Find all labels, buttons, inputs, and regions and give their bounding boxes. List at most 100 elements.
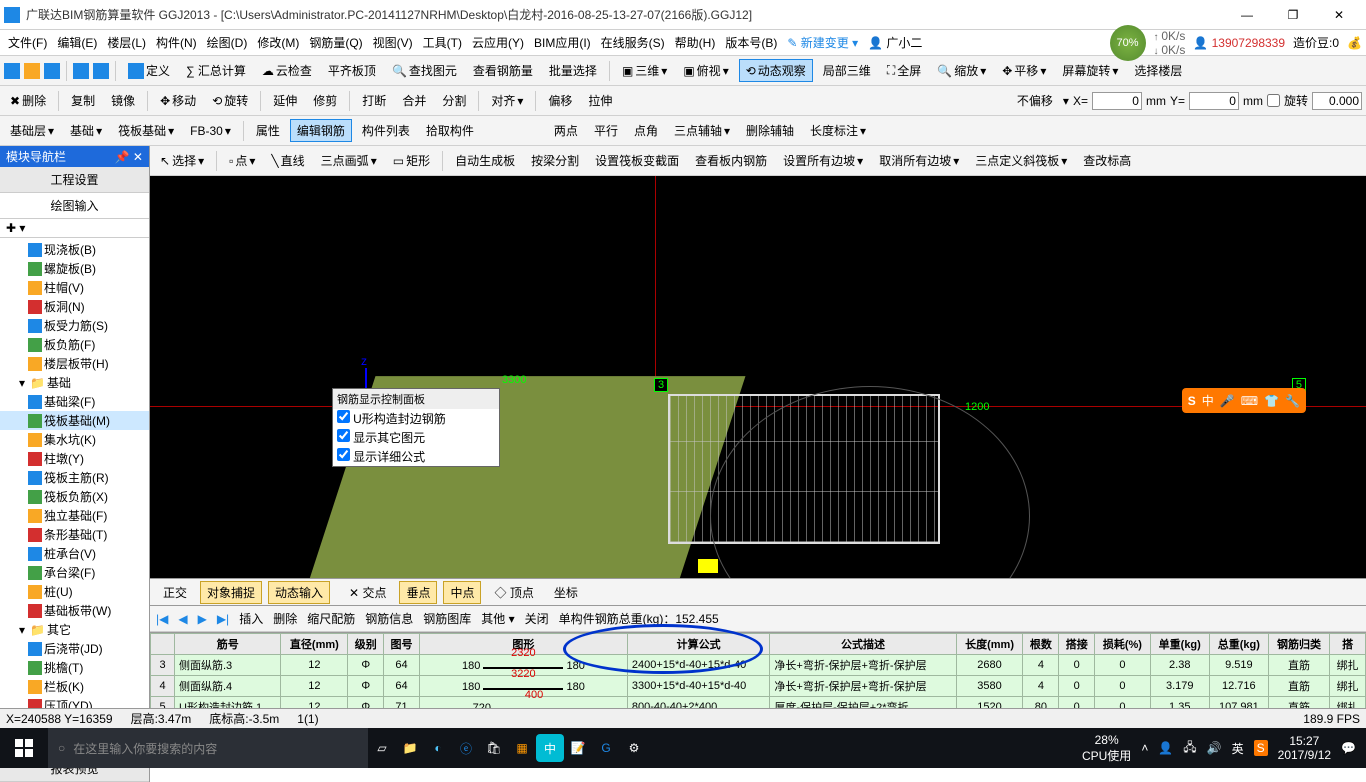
tray-clock[interactable]: 15:272017/9/12 (1278, 734, 1331, 762)
copy-button[interactable]: 复制 (65, 90, 101, 111)
wrench-icon[interactable]: 🔧 (1285, 394, 1300, 408)
sum-calc-button[interactable]: ∑ 汇总计算 (180, 60, 252, 81)
tree-other[interactable]: ▾📁 其它 (0, 620, 149, 639)
last-icon[interactable]: ▶| (217, 612, 229, 626)
tree-item[interactable]: 条形基础(T) (0, 525, 149, 544)
zoom-button[interactable]: 🔍 缩放 ▾ (931, 60, 992, 81)
3d-button[interactable]: ▣ 三维 ▾ (616, 60, 673, 81)
expand-icon[interactable]: ✚ ▾ (6, 221, 25, 235)
menu-modify[interactable]: 修改(M) (253, 32, 303, 53)
fullscreen-button[interactable]: ⛶ 全屏 (881, 60, 927, 81)
tray-vol-icon[interactable]: 🔊 (1207, 741, 1222, 755)
perp-toggle[interactable]: 垂点 (399, 581, 437, 604)
coin-label[interactable]: 造价豆:0 (1293, 34, 1339, 51)
tree-item[interactable]: 集水坑(K) (0, 430, 149, 449)
col-header[interactable]: 级别 (348, 634, 384, 655)
view-slab-rebar-button[interactable]: 查看板内钢筋 (689, 150, 773, 171)
menu-bim[interactable]: BIM应用(I) (530, 32, 595, 53)
tree-item[interactable]: 承台梁(F) (0, 563, 149, 582)
layer3-combo[interactable]: 筏板基础 ▾ (112, 120, 180, 141)
tree-item[interactable]: 柱墩(Y) (0, 449, 149, 468)
store-icon[interactable]: 🛍 (480, 734, 508, 762)
point-angle-button[interactable]: 点角 (628, 120, 664, 141)
menu-online[interactable]: 在线服务(S) (597, 32, 669, 53)
rotate-button[interactable]: ⟲ 旋转 (206, 90, 254, 111)
find-graph-button[interactable]: 🔍 查找图元 (386, 60, 463, 81)
col-header[interactable]: 搭 (1330, 634, 1366, 655)
viewport[interactable]: 3300 1200 3 5 z x 钢筋显示控制面板 U形构造封边钢筋 显示其它… (150, 176, 1366, 578)
tree-item[interactable]: 挑檐(T) (0, 658, 149, 677)
ortho-toggle[interactable]: 正交 (156, 581, 194, 604)
col-header[interactable]: 直径(mm) (281, 634, 348, 655)
layer4-combo[interactable]: FB-30 ▾ (184, 122, 237, 140)
extend-button[interactable]: 延伸 (267, 90, 303, 111)
tray-up-icon[interactable]: ˄ (1141, 741, 1148, 755)
windows-taskbar[interactable]: ○ 在这里输入你要搜索的内容 ▱ 📁 ◐ ⓔ 🛍 ▦ 中 📝 G ⚙ 28%CP… (0, 728, 1366, 768)
cpu-meter[interactable]: 28%CPU使用 (1082, 733, 1131, 764)
delete-button[interactable]: ✖ 删除 (4, 90, 52, 111)
user-label[interactable]: 👤 广小二 (864, 32, 926, 53)
close-grid-button[interactable]: 关闭 (525, 610, 549, 627)
tree-item[interactable]: 栏板(K) (0, 677, 149, 696)
tree-item[interactable]: 楼层板带(H) (0, 354, 149, 373)
panel-opt-0[interactable]: U形构造封边钢筋 (333, 409, 499, 428)
col-header[interactable]: 搭接 (1059, 634, 1095, 655)
two-point-button[interactable]: 两点 (548, 120, 584, 141)
tray-ime-indicator[interactable]: 英 (1232, 740, 1244, 757)
parallel-button[interactable]: 平行 (588, 120, 624, 141)
tree-item[interactable]: 现浇板(B) (0, 240, 149, 259)
panel-opt-1[interactable]: 显示其它图元 (333, 428, 499, 447)
screen-rotate-button[interactable]: 屏幕旋转 ▾ (1056, 60, 1124, 81)
menu-version[interactable]: 版本号(B) (721, 32, 781, 53)
offset-button[interactable]: 偏移 (542, 90, 578, 111)
rotate-input[interactable] (1312, 92, 1362, 110)
props-button[interactable]: 属性 (250, 120, 286, 141)
y-input[interactable] (1189, 92, 1239, 110)
menu-draw[interactable]: 绘图(D) (203, 32, 252, 53)
col-header[interactable]: 筋号 (175, 634, 281, 655)
task-view-icon[interactable]: ▱ (368, 734, 396, 762)
tray-net-icon[interactable]: 🖧 (1183, 738, 1196, 759)
break-button[interactable]: 打断 (356, 90, 392, 111)
beam-split-button[interactable]: 按梁分割 (525, 150, 585, 171)
layer1-combo[interactable]: 基础层 ▾ (4, 120, 60, 141)
menu-rebar[interactable]: 钢筋量(Q) (305, 32, 366, 53)
look-button[interactable]: ▣ 俯视 ▾ (677, 60, 734, 81)
point-button[interactable]: ▫ 点 ▾ (223, 150, 261, 171)
undo-icon[interactable] (73, 63, 89, 79)
x-input[interactable] (1092, 92, 1142, 110)
menu-view[interactable]: 视图(V) (369, 32, 417, 53)
rebar-info-button[interactable]: 钢筋信息 (365, 610, 413, 627)
col-header[interactable]: 总重(kg) (1209, 634, 1268, 655)
coord-toggle[interactable]: 坐标 (547, 581, 585, 604)
del-aux-button[interactable]: 删除辅轴 (740, 120, 800, 141)
view-rebar-button[interactable]: 查看钢筋量 (467, 60, 539, 81)
tree-item[interactable]: 基础梁(F) (0, 392, 149, 411)
col-header[interactable]: 钢筋归类 (1268, 634, 1329, 655)
tray-notify-icon[interactable]: 💬 (1341, 741, 1356, 755)
cloud-check-button[interactable]: ☁ 云检查 (256, 60, 318, 81)
align-button[interactable]: 对齐 ▾ (485, 90, 529, 111)
menu-tool[interactable]: 工具(T) (419, 32, 466, 53)
move-button[interactable]: ✥ 移动 (154, 90, 202, 111)
rect-button[interactable]: ▭ 矩形 (387, 150, 436, 171)
table-row[interactable]: 4侧面纵筋.412Φ64180 3220 1803300+15*d-40+15*… (151, 676, 1366, 697)
select-button[interactable]: ↖ 选择 ▾ (154, 150, 210, 171)
dyn-input-toggle[interactable]: 动态输入 (268, 581, 330, 604)
app-icon-4[interactable]: 中 (536, 734, 564, 762)
col-header[interactable]: 长度(mm) (956, 634, 1023, 655)
set-slope-button[interactable]: 设置所有边坡 ▾ (777, 150, 869, 171)
menu-file[interactable]: 文件(F) (4, 32, 51, 53)
col-header[interactable]: 损耗(%) (1095, 634, 1151, 655)
app-icon-1[interactable]: 📁 (396, 734, 424, 762)
pin-icon[interactable]: 📌 ✕ (115, 150, 143, 164)
change-elev-button[interactable]: 查改标高 (1077, 150, 1137, 171)
menu-cloud[interactable]: 云应用(Y) (468, 32, 528, 53)
col-header[interactable]: 公式描述 (770, 634, 956, 655)
save-icon[interactable] (44, 63, 60, 79)
panel-opt-2[interactable]: 显示详细公式 (333, 447, 499, 466)
tree-item[interactable]: 柱帽(V) (0, 278, 149, 297)
level-top-button[interactable]: 平齐板顶 (322, 60, 382, 81)
col-header[interactable]: 根数 (1023, 634, 1059, 655)
pan-button[interactable]: ✥ 平移 ▾ (996, 60, 1052, 81)
